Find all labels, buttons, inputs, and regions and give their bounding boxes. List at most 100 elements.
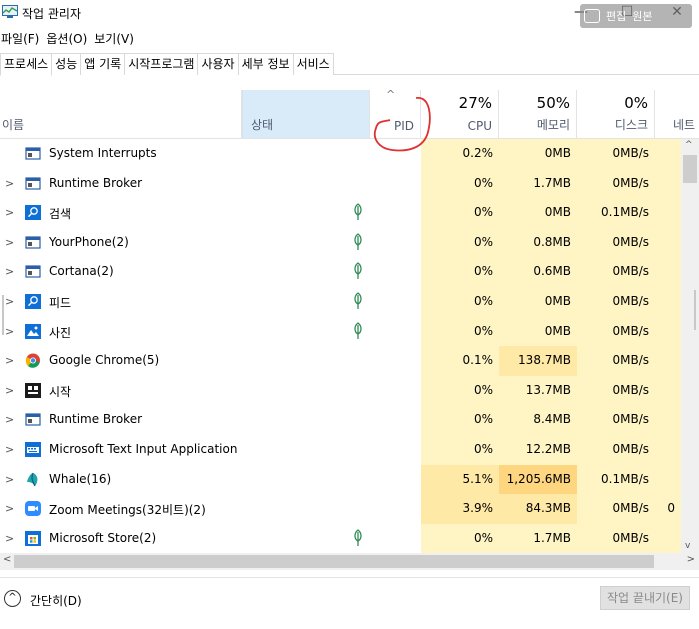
process-cpu-cell: 0% [421, 316, 499, 347]
process-name: Microsoft Store(2) [49, 530, 157, 545]
process-net-cell [655, 287, 681, 317]
process-net-cell [655, 375, 681, 406]
process-row[interactable]: > YourPhone(2) 0% 0.8MB 0MB/s [0, 227, 681, 258]
window-title: 작업 관리자 [22, 7, 82, 21]
process-net-cell [655, 405, 681, 435]
vertical-scroll-thumb[interactable] [683, 155, 697, 183]
photo-icon [25, 323, 41, 339]
process-disk-cell: 0MB/s [577, 257, 655, 287]
tab-users[interactable]: 사용자 [197, 53, 239, 75]
col-name[interactable]: 이름 [0, 90, 242, 138]
tab-details[interactable]: 세부 정보 [237, 53, 294, 75]
suspended-leaf-icon [352, 292, 364, 310]
process-disk-cell: 0.1MB/s [577, 198, 655, 228]
expand-chevron-icon[interactable]: > [5, 295, 14, 308]
title-bar: 작업 관리자 — ☐ ✕ 편집 원본 [0, 0, 699, 28]
expand-chevron-icon[interactable]: > [5, 354, 14, 367]
search-icon [25, 294, 41, 309]
overlay-original-label[interactable]: 원본 [632, 8, 652, 24]
process-name: Runtime Broker [49, 175, 143, 190]
end-task-button[interactable]: 작업 끝내기(E) [600, 586, 690, 610]
process-row[interactable]: > Microsoft Text Input Application 0% 12.2M… [0, 435, 681, 465]
expand-chevron-icon[interactable]: > [5, 413, 14, 426]
process-net-cell [655, 464, 681, 495]
tab-app-history[interactable]: 앱 기록 [80, 53, 126, 75]
process-row[interactable]: > Runtime Broker 0% 8.4MB 0MB/s [0, 405, 681, 435]
process-list: System Interrupts 0.2% 0MB 0MB/s > Runtime Br… [0, 139, 681, 553]
col-memory-label: 메모리 [536, 118, 570, 132]
process-row[interactable]: > Runtime Broker 0% 1.7MB 0MB/s [0, 168, 681, 199]
expand-chevron-icon[interactable]: > [5, 177, 14, 190]
expand-chevron-icon[interactable]: > [5, 443, 14, 456]
process-disk-cell: 0MB/s [577, 523, 655, 553]
process-disk-cell: 0MB/s [577, 435, 655, 465]
process-row[interactable]: > Whale(16) 5.1% 1,205.6MB 0.1MB/s [0, 464, 681, 495]
process-name: 피드 [49, 296, 72, 310]
process-name: 시작 [49, 384, 72, 399]
menu-file[interactable]: 파일(F) [0, 29, 41, 49]
process-cpu-cell: 5.1% [421, 464, 499, 495]
col-network[interactable]: 네트 [655, 90, 699, 138]
memory-total: 50% [536, 94, 570, 112]
process-row[interactable]: > 피드 0% 0MB 0MB/s [0, 287, 681, 317]
process-name: Cortana(2) [49, 264, 114, 279]
process-row[interactable]: > Microsoft Store(2) 0% 1.7MB 0MB/s [0, 523, 681, 553]
process-row[interactable]: > 사진 0% 0MB 0MB/s [0, 316, 681, 347]
window-icon [25, 146, 41, 161]
suspended-leaf-icon [352, 203, 364, 221]
process-mem-cell: 0.6MB [499, 257, 577, 287]
fewer-details-link[interactable]: 간단히(D) [30, 592, 82, 609]
tab-performance[interactable]: 성능 [51, 53, 82, 75]
expand-chevron-icon[interactable]: > [5, 206, 14, 219]
process-row[interactable]: > Google Chrome(5) 0.1% 138.7MB 0MB/s [0, 346, 681, 376]
menu-options[interactable]: 옵션(O) [45, 29, 89, 49]
expand-chevron-icon[interactable]: > [5, 473, 14, 486]
comment-icon[interactable] [584, 9, 600, 23]
suspended-leaf-icon [352, 262, 364, 280]
annotation-circle [373, 97, 431, 152]
process-disk-cell: 0MB/s [577, 316, 655, 347]
expand-chevron-icon[interactable]: > [5, 265, 14, 278]
horizontal-scroll-thumb[interactable] [14, 555, 654, 568]
expand-chevron-icon[interactable]: > [5, 384, 14, 397]
scroll-up-icon[interactable]: ^ [685, 140, 693, 150]
horizontal-scrollbar[interactable]: < > [0, 553, 699, 570]
process-mem-cell: 12.2MB [499, 435, 577, 465]
process-row[interactable]: > 검색 0% 0MB 0.1MB/s [0, 198, 681, 228]
menu-view[interactable]: 보기(V) [93, 29, 136, 49]
process-row[interactable]: > Zoom Meetings(32비트)(2) 3.9% 84.3MB 0MB/s 0 [0, 494, 681, 524]
chrome-icon [25, 353, 41, 368]
task-manager-icon [2, 5, 18, 18]
tab-services[interactable]: 서비스 [292, 53, 334, 75]
expand-chevron-icon[interactable]: > [5, 502, 14, 515]
expand-chevron-icon[interactable]: > [5, 532, 14, 545]
col-memory[interactable]: 50% 메모리 [499, 90, 577, 138]
process-name: Zoom Meetings(32비트)(2) [49, 503, 206, 518]
overlay-edit-label[interactable]: 편집 [606, 8, 626, 24]
process-row[interactable]: System Interrupts 0.2% 0MB 0MB/s [0, 139, 681, 169]
expand-chevron-icon[interactable]: > [5, 325, 14, 338]
process-row[interactable]: > Cortana(2) 0% 0.6MB 0MB/s [0, 257, 681, 287]
process-mem-cell: 0.8MB [499, 227, 577, 258]
zoom-icon [25, 501, 41, 517]
scroll-left-icon[interactable]: < [3, 554, 11, 565]
tab-processes[interactable]: 프로세스 [0, 53, 53, 76]
tab-startup[interactable]: 시작프로그램 [124, 53, 199, 75]
col-disk-label: 디스크 [614, 118, 648, 132]
column-header: 이름 상태 ^ PID 27% CPU 50% 메모리 0% 디스크 네트 [0, 88, 699, 139]
store-icon [25, 530, 41, 546]
scroll-right-icon[interactable]: > [687, 554, 695, 565]
chevron-up-circle-icon[interactable]: ^ [4, 590, 21, 607]
process-name: Whale(16) [49, 471, 112, 486]
process-disk-cell: 0MB/s [577, 494, 655, 524]
expand-chevron-icon[interactable]: > [5, 236, 14, 249]
process-disk-cell: 0.1MB/s [577, 464, 655, 495]
col-disk[interactable]: 0% 디스크 [577, 90, 655, 138]
process-row[interactable]: > 시작 0% 13.7MB 0MB/s [0, 375, 681, 406]
scroll-down-icon[interactable]: v [685, 541, 690, 551]
col-status[interactable]: 상태 [242, 90, 370, 138]
start-icon [25, 382, 41, 398]
process-cpu-cell: 3.9% [421, 494, 499, 524]
vertical-scrollbar[interactable]: ^ v [681, 139, 699, 553]
process-name: Google Chrome(5) [49, 353, 160, 368]
